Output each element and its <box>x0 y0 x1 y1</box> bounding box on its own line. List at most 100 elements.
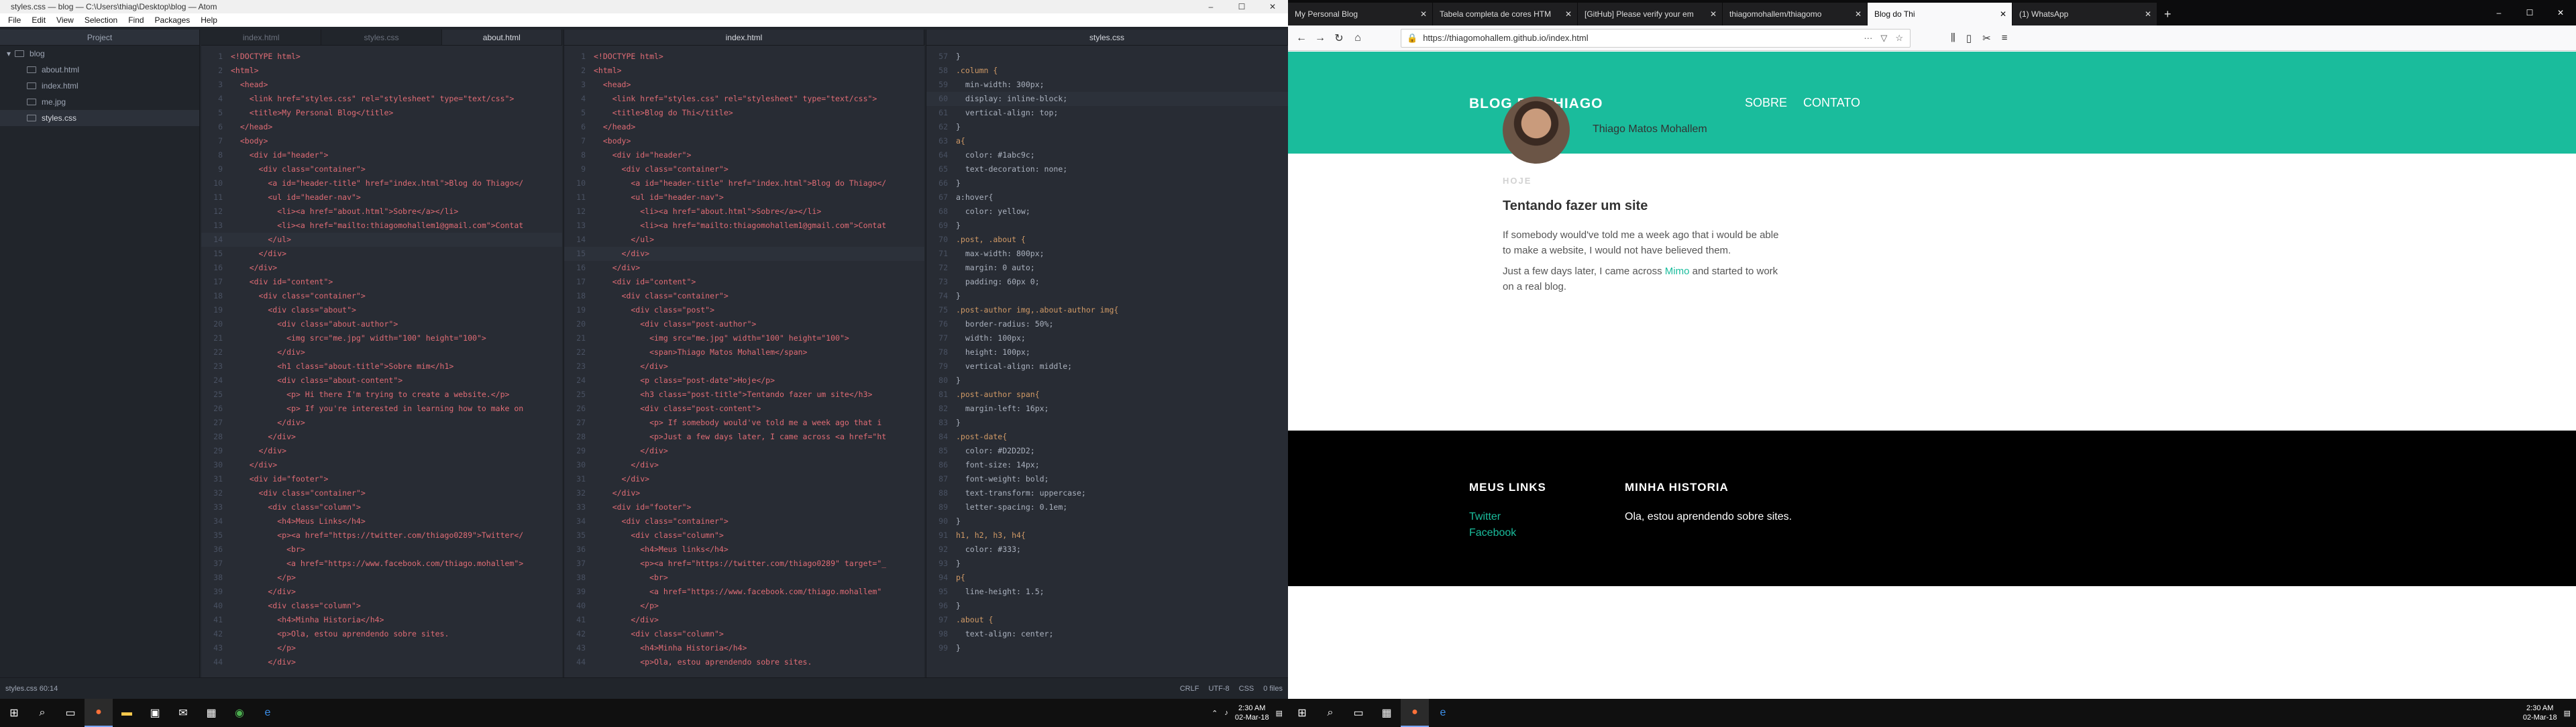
code-line[interactable]: 2 <html> <box>564 64 924 78</box>
code-text[interactable]: <h4>Meus links</h4> <box>594 543 729 557</box>
code-text[interactable]: </div> <box>594 486 641 500</box>
code-text[interactable]: <title>My Personal Blog</title> <box>231 106 394 120</box>
code-text[interactable]: <br> <box>231 543 305 557</box>
tab-index-html[interactable]: index.html <box>201 30 322 45</box>
code-line[interactable]: 36 <h4>Meus links</h4> <box>564 543 924 557</box>
code-line[interactable]: 73 padding: 60px 0; <box>926 275 1288 289</box>
code-text[interactable]: } <box>956 557 961 571</box>
code-line[interactable]: 43 <h4>Minha Historia</h4> <box>564 641 924 655</box>
code-line[interactable]: 23 </div> <box>564 359 924 374</box>
clock[interactable]: 2:30 AM 02-Mar-18 <box>1235 704 1269 722</box>
library-icon[interactable]: ⫼ <box>1951 32 1955 44</box>
code-text[interactable]: <span>Thiago Matos Mohallem</span> <box>594 345 807 359</box>
code-text[interactable]: <a href="https://www.facebook.com/thiago… <box>594 585 881 599</box>
code-text[interactable]: </head> <box>231 120 272 134</box>
code-line[interactable]: 2 <html> <box>201 64 562 78</box>
code-text[interactable]: <ul id="header-nav"> <box>594 190 724 205</box>
code-text[interactable]: margin: 0 auto; <box>956 261 1035 275</box>
code-line[interactable]: 66} <box>926 176 1288 190</box>
code-line[interactable]: 79 vertical-align: middle; <box>926 359 1288 374</box>
code-line[interactable]: 35 <p><a href="https://twitter.com/thiag… <box>201 528 562 543</box>
code-text[interactable]: <p class="post-date">Hoje</p> <box>594 374 775 388</box>
code-line[interactable]: 34 <h4>Meus Links</h4> <box>201 514 562 528</box>
code-text[interactable]: </div> <box>594 444 668 458</box>
code-line[interactable]: 7 <body> <box>201 134 562 148</box>
code-line[interactable]: 17 <div id="content"> <box>201 275 562 289</box>
code-line[interactable]: 6 </head> <box>564 120 924 134</box>
code-editor-styles[interactable]: 57} 58 .column {59 min-width: 300px; 60 dis… <box>926 46 1288 655</box>
code-text[interactable]: </p> <box>231 641 296 655</box>
code-text[interactable]: <img src="me.jpg" width="100" height="10… <box>231 331 486 345</box>
mail-icon[interactable]: ✉ <box>169 699 197 727</box>
code-text[interactable]: </ul> <box>231 233 291 247</box>
minimize-icon[interactable]: – <box>1195 0 1226 13</box>
code-line[interactable]: 33 <div id="footer"> <box>564 500 924 514</box>
code-text[interactable]: } <box>956 176 961 190</box>
code-line[interactable]: 86 font-size: 14px; <box>926 458 1288 472</box>
tab-about-html[interactable]: about.html <box>441 30 562 45</box>
code-text[interactable]: <div id="footer"> <box>594 500 692 514</box>
code-line[interactable]: 81 .post-author span{ <box>926 388 1288 402</box>
code-line[interactable]: 32 <div class="container"> <box>201 486 562 500</box>
search-icon[interactable]: ⌕ <box>1316 699 1344 727</box>
calculator-icon[interactable]: ▦ <box>197 699 225 727</box>
clock[interactable]: 2:30 AM 02-Mar-18 <box>2523 704 2557 722</box>
edge-icon[interactable]: e <box>1429 699 1457 727</box>
code-text[interactable]: <body> <box>594 134 631 148</box>
code-line[interactable]: 3 <head> <box>201 78 562 92</box>
code-line[interactable]: 12 <li><a href="about.html">Sobre</a></l… <box>201 205 562 219</box>
code-line[interactable]: 10 <a id="header-title" href="index.html… <box>201 176 562 190</box>
code-text[interactable]: <head> <box>594 78 631 92</box>
reload-icon[interactable]: ↻ <box>1330 32 1348 45</box>
code-line[interactable]: 87 font-weight: bold; <box>926 472 1288 486</box>
code-line[interactable]: 10 <a id="header-title" href="index.html… <box>564 176 924 190</box>
code-text[interactable]: .about { <box>956 613 993 627</box>
code-text[interactable]: display: inline-block; <box>956 92 1067 106</box>
code-line[interactable]: 26 <div class="post-content"> <box>564 402 924 416</box>
code-text[interactable]: max-width: 800px; <box>956 247 1044 261</box>
screenshot-icon[interactable]: ✂ <box>1982 32 1991 44</box>
code-text[interactable]: </div> <box>231 458 278 472</box>
code-text[interactable]: <p><a href="https://twitter.com/thiago02… <box>594 557 886 571</box>
tree-file-index[interactable]: index.html <box>0 78 199 94</box>
code-text[interactable]: text-decoration: none; <box>956 162 1067 176</box>
close-tab-icon[interactable]: ✕ <box>1710 3 1717 25</box>
code-line[interactable]: 38 <br> <box>564 571 924 585</box>
close-icon[interactable]: ✕ <box>2545 8 2576 17</box>
code-text[interactable]: </div> <box>594 247 650 261</box>
code-text[interactable]: </div> <box>594 359 668 374</box>
code-text[interactable]: <li><a href="about.html">Sobre</a></li> <box>231 205 458 219</box>
code-line[interactable]: 64 color: #1abc9c; <box>926 148 1288 162</box>
code-text[interactable]: <div class="container"> <box>594 289 729 303</box>
code-line[interactable]: 32 </div> <box>564 486 924 500</box>
code-line[interactable]: 37 <a href="https://www.facebook.com/thi… <box>201 557 562 571</box>
notifications-icon[interactable]: ▤ <box>1276 709 1283 718</box>
tab-styles-css[interactable]: styles.css <box>321 30 442 45</box>
code-line[interactable]: 62} <box>926 120 1288 134</box>
code-text[interactable]: <div class="about-content"> <box>231 374 402 388</box>
code-text[interactable]: <div id="content"> <box>231 275 333 289</box>
code-line[interactable]: 19 <div class="post"> <box>564 303 924 317</box>
code-line[interactable]: 14 </ul> <box>564 233 924 247</box>
code-text[interactable]: </div> <box>231 247 287 261</box>
code-text[interactable]: color: #333; <box>956 543 1021 557</box>
code-line[interactable]: 71 max-width: 800px; <box>926 247 1288 261</box>
code-line[interactable]: 23 <h1 class="about-title">Sobre mim</h1… <box>201 359 562 374</box>
edge-icon[interactable]: e <box>254 699 282 727</box>
code-line[interactable]: 82 margin-left: 16px; <box>926 402 1288 416</box>
code-line[interactable]: 22 <span>Thiago Matos Mohallem</span> <box>564 345 924 359</box>
code-line[interactable]: 39 </div> <box>201 585 562 599</box>
pocket-icon[interactable]: ▽ <box>1880 33 1887 44</box>
status-encoding[interactable]: UTF-8 <box>1208 678 1229 700</box>
code-text[interactable]: } <box>956 416 961 430</box>
network-icon[interactable]: ⌃ <box>1212 709 1218 718</box>
close-icon[interactable]: ✕ <box>1257 0 1288 13</box>
status-grammar[interactable]: CSS <box>1239 678 1254 700</box>
menu-packages[interactable]: Packages <box>150 13 196 27</box>
code-line[interactable]: 13 <li><a href="mailto:thiagomohallem1@g… <box>564 219 924 233</box>
code-line[interactable]: 92 color: #333; <box>926 543 1288 557</box>
code-line[interactable]: 26 <p> If you're interested in learning … <box>201 402 562 416</box>
code-text[interactable]: </div> <box>594 472 650 486</box>
firefox-icon[interactable]: ● <box>85 699 113 727</box>
code-line[interactable]: 20 <div class="post-author"> <box>564 317 924 331</box>
